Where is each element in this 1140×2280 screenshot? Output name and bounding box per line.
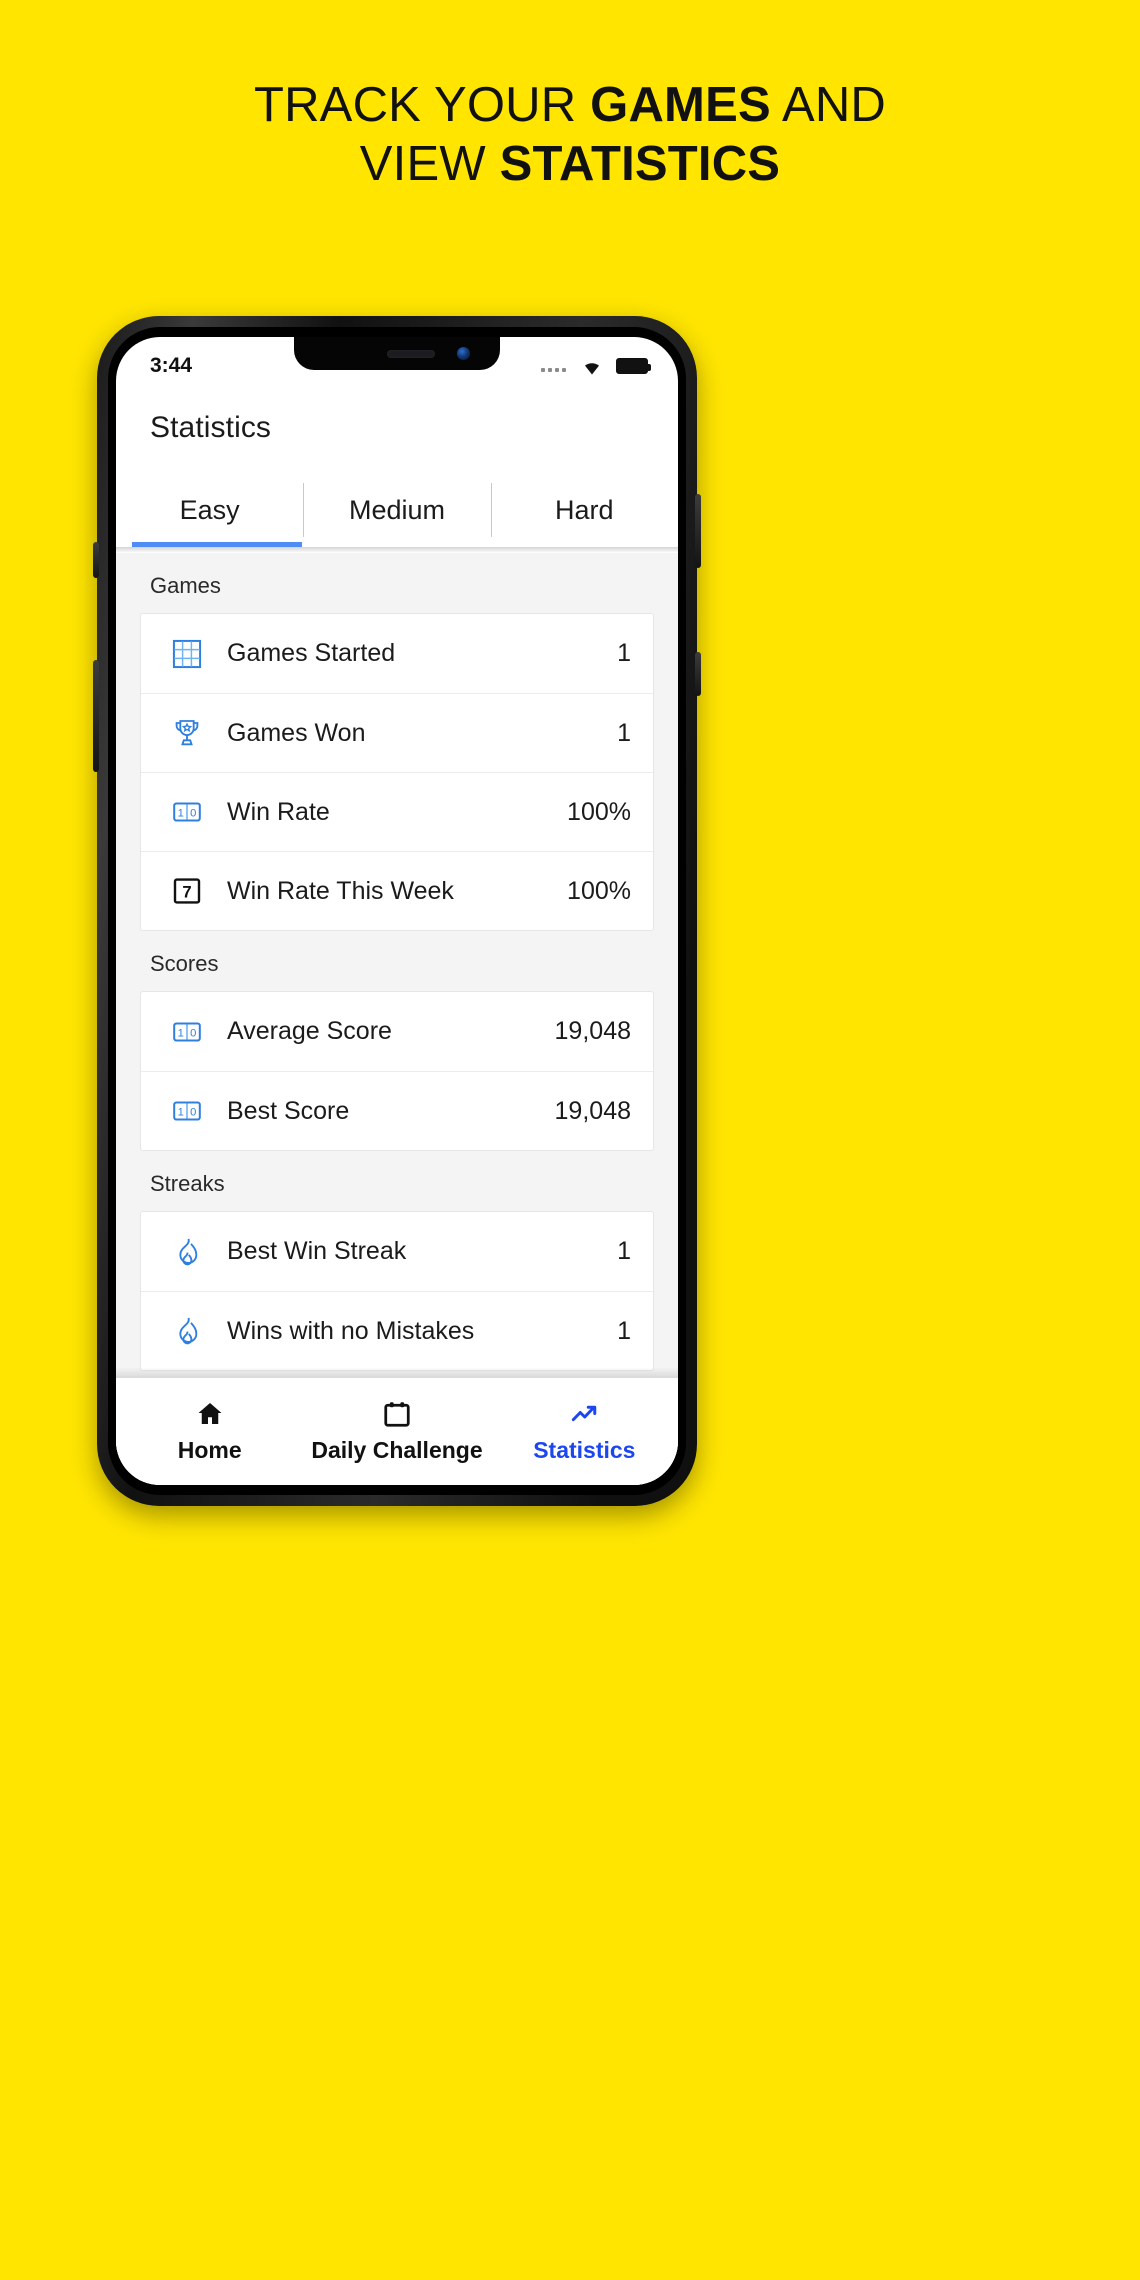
phone-screen: 3:44 Statistics Easy Medium Hard Games G… — [116, 337, 678, 1485]
table-row[interactable]: Wins with no Mistakes 1 — [141, 1291, 653, 1370]
row-value: 19,048 — [554, 1017, 631, 1045]
list-scroll-fade — [116, 1367, 678, 1377]
statistics-content[interactable]: Games Games Started 1 Games Won 1 1 0 Wi… — [116, 553, 678, 1485]
tab-medium-label: Medium — [348, 494, 445, 525]
table-row[interactable]: 1 0 Best Score 19,048 — [141, 1071, 653, 1150]
headline-line1-suffix: AND — [770, 78, 887, 132]
row-value: 19,048 — [554, 1096, 631, 1125]
row-value: 1 — [617, 639, 631, 667]
row-label: Best Win Streak — [227, 1237, 407, 1265]
battery-full-icon — [616, 358, 651, 374]
svg-text:0: 0 — [190, 1107, 196, 1119]
headline-line2-bold: STATISTICS — [499, 137, 781, 191]
table-row[interactable]: Games Won 1 — [141, 693, 653, 772]
table-row[interactable]: 7 Win Rate This Week 100% — [141, 851, 653, 930]
status-time: 3:44 — [150, 354, 193, 377]
calendar-icon — [382, 1399, 412, 1429]
row-label: Win Rate — [227, 797, 330, 826]
tab-easy-label: Easy — [179, 494, 240, 525]
tab-medium[interactable]: Medium — [303, 473, 490, 547]
nav-label: Home — [177, 1437, 242, 1463]
svg-text:1: 1 — [178, 808, 184, 820]
phone-bezel: 3:44 Statistics Easy Medium Hard Games G… — [108, 327, 686, 1495]
power-button[interactable] — [695, 494, 701, 568]
card-scores: 1 0 Average Score 19,048 1 0 Best Score … — [140, 991, 654, 1151]
headline-line1-prefix: TRACK YOUR — [253, 78, 591, 132]
flame-icon — [161, 1236, 213, 1268]
headline-line2-prefix: VIEW — [359, 137, 500, 191]
nav-item-daily-challenge[interactable]: Daily Challenge — [303, 1399, 490, 1464]
tab-hard[interactable]: Hard — [490, 473, 678, 547]
row-value: 1 — [617, 1316, 631, 1345]
earpiece-speaker — [387, 349, 435, 358]
volume-button[interactable] — [695, 652, 701, 696]
row-value: 1 — [617, 718, 631, 747]
page-title: Statistics — [150, 411, 272, 444]
sudoku-grid-icon — [161, 638, 213, 670]
row-label: Wins with no Mistakes — [227, 1316, 475, 1345]
row-label: Games Won — [227, 718, 366, 747]
table-row[interactable]: 1 0 Win Rate 100% — [141, 772, 653, 851]
tab-hard-label: Hard — [555, 494, 614, 525]
section-title-games: Games — [150, 573, 221, 598]
tab-easy[interactable]: Easy — [116, 473, 303, 547]
section-title-streaks: Streaks — [150, 1171, 225, 1196]
row-value: 100% — [567, 876, 631, 905]
table-row[interactable]: Games Started 1 — [141, 614, 653, 693]
table-row[interactable]: 1 0 Average Score 19,048 — [141, 992, 653, 1071]
row-value: 100% — [567, 797, 631, 826]
nav-item-home[interactable]: Home — [116, 1399, 303, 1464]
row-label: Games Started — [227, 639, 396, 667]
row-label: Best Score — [227, 1096, 350, 1125]
card-streaks: Best Win Streak 1 Wins with no Mistakes — [140, 1211, 654, 1371]
headline-line-1: TRACK YOUR GAMES AND — [0, 76, 1140, 135]
nav-label: Statistics — [533, 1437, 636, 1463]
card-games: Games Started 1 Games Won 1 1 0 Win Rate… — [140, 613, 654, 931]
front-camera — [457, 347, 470, 360]
table-row[interactable]: Best Win Streak 1 — [141, 1212, 653, 1291]
phone-mockup: 3:44 Statistics Easy Medium Hard Games G… — [93, 316, 701, 1506]
phone-notch — [294, 337, 500, 370]
side-button-left-bottom[interactable] — [93, 660, 99, 772]
signal-dots-icon — [541, 360, 566, 372]
svg-text:0: 0 — [190, 1027, 196, 1039]
svg-text:0: 0 — [190, 808, 196, 820]
trophy-icon — [161, 717, 213, 749]
home-icon — [195, 1399, 225, 1429]
headline-line-2: VIEW STATISTICS — [0, 135, 1140, 194]
side-button-left-top[interactable] — [93, 542, 99, 578]
input-numbers-icon: 1 0 — [161, 1016, 213, 1048]
promo-headline: TRACK YOUR GAMES AND VIEW STATISTICS — [0, 76, 1140, 194]
svg-text:1: 1 — [178, 1027, 184, 1039]
input-numbers-icon: 1 0 — [161, 796, 213, 828]
wifi-icon — [579, 357, 603, 375]
svg-text:1: 1 — [178, 1107, 184, 1119]
calendar-seven-icon: 7 — [161, 875, 213, 907]
flame-icon — [161, 1315, 213, 1347]
row-label: Average Score — [227, 1017, 392, 1045]
input-numbers-icon: 1 0 — [161, 1095, 213, 1127]
svg-text:7: 7 — [182, 883, 191, 902]
nav-label: Daily Challenge — [311, 1437, 483, 1463]
trending-up-icon — [569, 1399, 599, 1429]
headline-line1-bold: GAMES — [590, 78, 771, 132]
row-value: 1 — [617, 1237, 631, 1265]
row-label: Win Rate This Week — [227, 876, 454, 905]
section-title-scores: Scores — [150, 951, 219, 976]
bottom-navigation: Home Daily Challenge Statistics — [116, 1377, 678, 1485]
difficulty-tabs: Easy Medium Hard — [116, 473, 678, 547]
nav-item-statistics[interactable]: Statistics — [491, 1399, 678, 1464]
